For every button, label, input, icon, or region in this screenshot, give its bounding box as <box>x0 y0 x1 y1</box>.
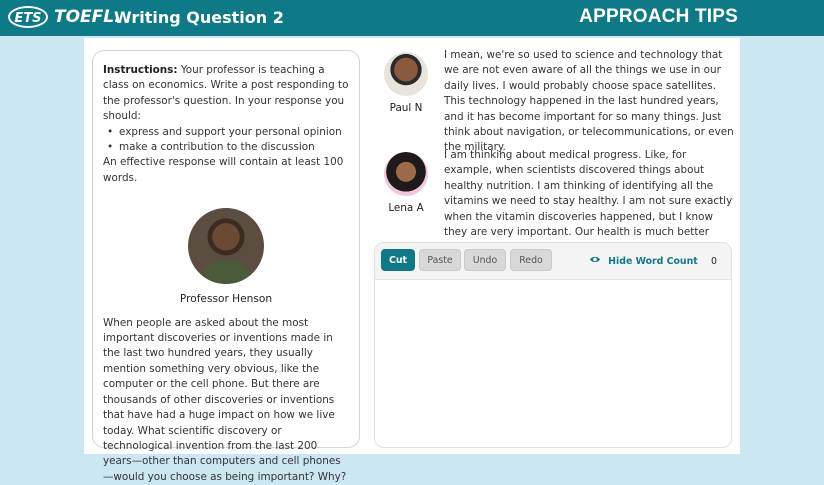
word-count-label: Hide Word Count <box>608 256 698 267</box>
instructions-footer: An effective response will contain at le… <box>103 156 344 184</box>
editor-toolbar: Cut Paste Undo Redo Hide Word Count 0 <box>375 243 731 280</box>
eye-icon <box>589 255 602 267</box>
avatar <box>384 152 428 196</box>
student-post: Paul N I mean, we're so used to science … <box>378 46 738 153</box>
response-textarea[interactable] <box>375 280 731 447</box>
professor-name: Professor Henson <box>179 293 273 306</box>
undo-button[interactable]: Undo <box>464 249 506 271</box>
page-title: Writing Question 2 <box>114 8 284 27</box>
response-editor: Cut Paste Undo Redo Hide Word Count 0 <box>374 242 732 448</box>
bullet-item: express and support your personal opinio… <box>107 125 349 141</box>
approach-tips-badge: APPROACH TIPS <box>579 6 738 27</box>
professor-avatar <box>188 208 264 285</box>
toefl-brand: TOEFL. <box>54 7 121 27</box>
post-author: Paul N <box>389 102 423 114</box>
hide-word-count-toggle[interactable]: Hide Word Count 0 <box>589 255 717 267</box>
post-text: I am thinking about medical progress. Li… <box>444 149 733 253</box>
discussion-posts: Paul N I mean, we're so used to science … <box>378 46 738 253</box>
prompt-panel: Instructions: Your professor is teaching… <box>92 50 360 483</box>
question-stage: Instructions: Your professor is teaching… <box>84 38 740 483</box>
instruction-bullets: express and support your personal opinio… <box>103 125 349 156</box>
post-text: I mean, we're so used to science and tec… <box>444 49 734 154</box>
post-author: Lena A <box>388 202 424 214</box>
instructions-label: Instructions: <box>103 64 178 76</box>
word-count-value: 0 <box>711 256 717 267</box>
instructions: Instructions: Your professor is teaching… <box>103 63 349 125</box>
professor-question: When people are asked about the most imp… <box>103 316 347 483</box>
bullet-item: make a contribution to the discussion <box>107 140 349 156</box>
avatar <box>384 52 428 96</box>
redo-button[interactable]: Redo <box>510 249 552 271</box>
paste-button[interactable]: Paste <box>419 249 461 271</box>
cut-button[interactable]: Cut <box>381 249 415 271</box>
student-post: Lena A I am thinking about medical progr… <box>378 146 738 253</box>
top-bar: ETS TOEFL. Writing Question 2 APPROACH T… <box>0 0 824 36</box>
ets-logo: ETS <box>8 6 48 28</box>
